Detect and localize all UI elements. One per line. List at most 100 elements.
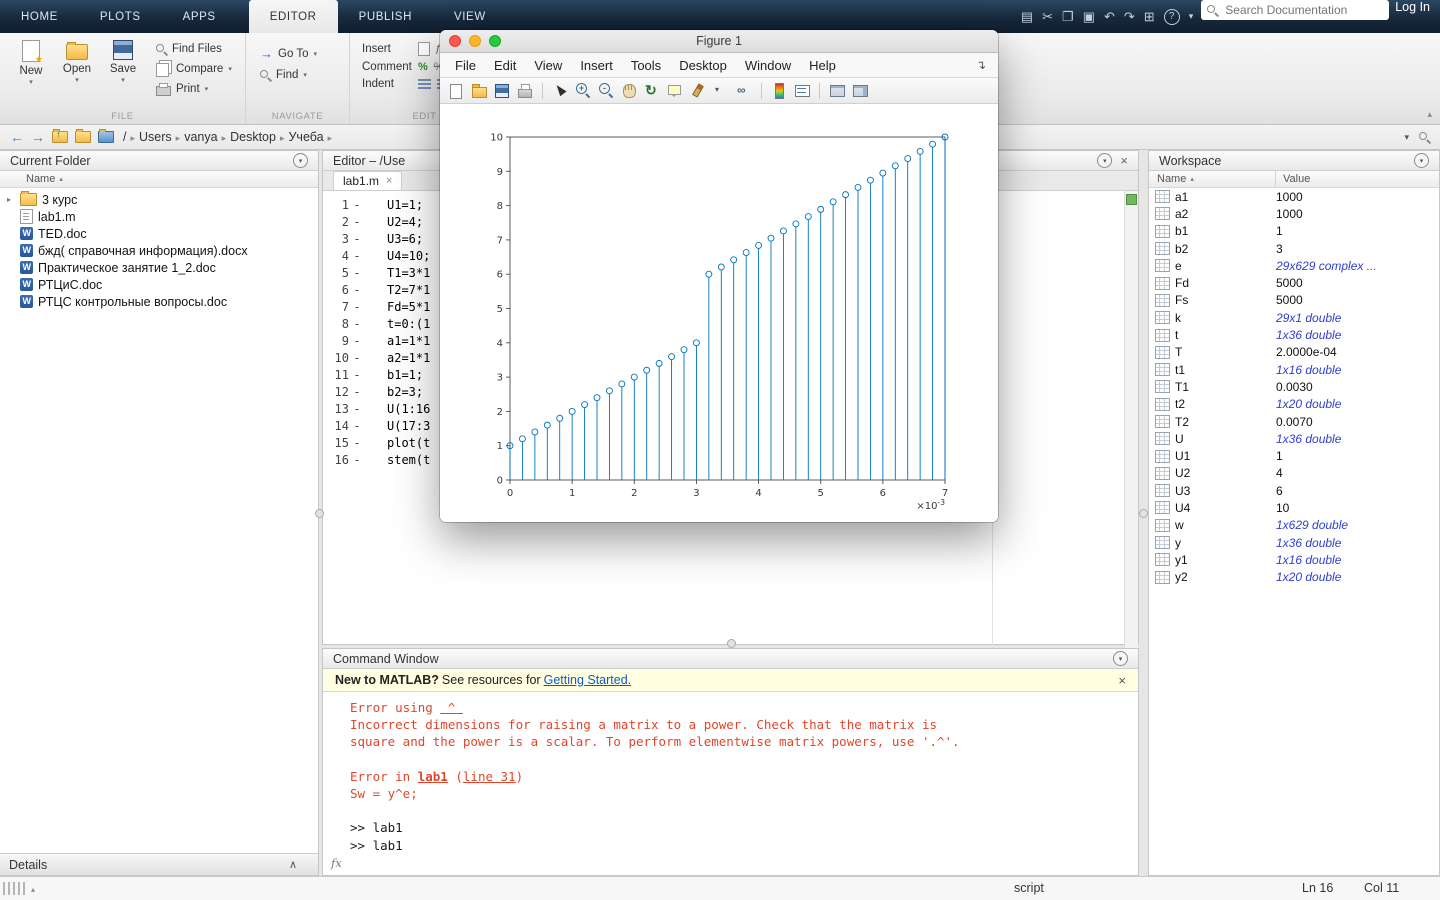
- workspace-variable-row[interactable]: t1 1x16 double: [1149, 361, 1439, 378]
- breakpoint-dash[interactable]: -: [349, 265, 365, 282]
- address-search-icon[interactable]: [1419, 132, 1430, 143]
- insert-section-icon[interactable]: [418, 42, 430, 56]
- breadcrumb-root[interactable]: /: [121, 130, 128, 144]
- undo-icon[interactable]: ↶: [1104, 9, 1115, 24]
- file-row[interactable]: ▸ бжд( справочная информация).docx: [0, 242, 318, 259]
- paste-icon[interactable]: ▣: [1083, 9, 1095, 24]
- breakpoint-dash[interactable]: -: [349, 231, 365, 248]
- help-icon[interactable]: ?: [1164, 9, 1180, 25]
- edit-plot-icon[interactable]: [552, 82, 568, 99]
- workspace-variable-row[interactable]: U2 4: [1149, 465, 1439, 482]
- workspace-variable-row[interactable]: T 2.0000e-04: [1149, 344, 1439, 361]
- insert-legend-icon[interactable]: [794, 82, 810, 99]
- workspace-variable-row[interactable]: b2 3: [1149, 240, 1439, 257]
- comment-icon[interactable]: [418, 61, 428, 73]
- details-bar[interactable]: Details ∧: [0, 853, 318, 875]
- dropdown-caret[interactable]: [713, 82, 729, 99]
- figure-menu-item[interactable]: File: [446, 58, 485, 73]
- getting-started-link[interactable]: Getting Started.: [544, 673, 632, 687]
- command-window-body[interactable]: Error using ^ Incorrect dimensions for r…: [323, 692, 1138, 871]
- workspace-variable-row[interactable]: y1 1x16 double: [1149, 551, 1439, 568]
- ribbon-collapse-icon[interactable]: ▴: [1427, 109, 1432, 120]
- close-window-icon[interactable]: [449, 35, 461, 47]
- panel-menu-icon[interactable]: ▾: [293, 153, 308, 168]
- qat-dropdown-icon[interactable]: ▾: [1189, 9, 1194, 24]
- save-button[interactable]: Save ▾: [102, 40, 144, 96]
- breakpoint-dash[interactable]: -: [349, 214, 365, 231]
- breadcrumb-segment[interactable]: Desktop: [228, 130, 278, 144]
- breakpoint-dash[interactable]: -: [349, 333, 365, 350]
- copy-icon[interactable]: ❐: [1062, 9, 1074, 24]
- error-link[interactable]: ^: [440, 700, 463, 715]
- fx-icon[interactable]: fx: [331, 855, 342, 872]
- search-documentation-box[interactable]: [1201, 0, 1389, 20]
- zoom-in-icon[interactable]: [575, 82, 591, 99]
- login-button[interactable]: Log In: [1395, 0, 1430, 33]
- statusbar-caret-icon[interactable]: ▴: [31, 885, 35, 894]
- figure-window[interactable]: Figure 1 File Edit View Insert Tools Des…: [440, 30, 998, 522]
- breakpoint-dash[interactable]: -: [349, 299, 365, 316]
- workspace-variable-row[interactable]: b1 1: [1149, 223, 1439, 240]
- workspace-variable-row[interactable]: U4 10: [1149, 499, 1439, 516]
- breadcrumb-segment[interactable]: Users: [137, 130, 174, 144]
- workspace-variable-row[interactable]: t 1x36 double: [1149, 326, 1439, 343]
- save-figure-icon[interactable]: [494, 82, 510, 99]
- open-figure-icon[interactable]: [471, 82, 487, 99]
- breadcrumb-segment[interactable]: Учеба: [286, 130, 325, 144]
- ribbon-tab[interactable]: VIEW: [433, 0, 507, 33]
- pan-icon[interactable]: [621, 82, 637, 99]
- breakpoint-dash[interactable]: -: [349, 282, 365, 299]
- figure-menu-item[interactable]: Desktop: [670, 58, 736, 73]
- insert-colorbar-icon[interactable]: [771, 82, 787, 99]
- file-row[interactable]: ▸ РТЦиС.doc: [0, 276, 318, 293]
- figure-menu-item[interactable]: Insert: [571, 58, 622, 73]
- breakpoint-dash[interactable]: -: [349, 367, 365, 384]
- expander-icon[interactable]: ▸: [7, 195, 15, 204]
- workspace-variable-row[interactable]: U1 1: [1149, 447, 1439, 464]
- search-input[interactable]: [1223, 2, 1367, 18]
- workspace-variable-row[interactable]: T2 0.0070: [1149, 413, 1439, 430]
- breakpoint-dash[interactable]: -: [349, 384, 365, 401]
- right-splitter-grip[interactable]: [1139, 509, 1148, 518]
- editor-file-tab[interactable]: lab1.m ×: [333, 171, 402, 190]
- ribbon-tab[interactable]: EDITOR: [249, 0, 338, 33]
- show-plot-tools-icon[interactable]: [852, 82, 868, 99]
- brush-icon[interactable]: [690, 82, 706, 99]
- open-button[interactable]: Open ▾: [56, 40, 98, 96]
- figure-menu-item[interactable]: Tools: [622, 58, 670, 73]
- breakpoint-dash[interactable]: -: [349, 350, 365, 367]
- banner-close-icon[interactable]: ×: [1118, 673, 1126, 688]
- name-column-header[interactable]: Name ▴: [0, 171, 318, 188]
- workspace-variable-row[interactable]: a1 1000: [1149, 188, 1439, 205]
- editor-close-icon[interactable]: ×: [1120, 154, 1128, 167]
- workspace-variable-row[interactable]: a2 1000: [1149, 205, 1439, 222]
- up-one-level-icon[interactable]: [52, 131, 68, 143]
- error-link[interactable]: line 31: [463, 769, 516, 784]
- ribbon-tab[interactable]: APPS: [162, 0, 237, 33]
- breakpoint-dash[interactable]: -: [349, 248, 365, 265]
- file-row[interactable]: ▸ TED.doc: [0, 225, 318, 242]
- horizontal-splitter-grip[interactable]: [727, 639, 736, 648]
- tab-close-icon[interactable]: ×: [386, 175, 392, 187]
- figure-menu-item[interactable]: View: [525, 58, 571, 73]
- data-cursor-icon[interactable]: [667, 82, 683, 99]
- panel-menu-icon[interactable]: ▾: [1113, 651, 1128, 666]
- file-row[interactable]: ▸ 3 курс: [0, 191, 318, 208]
- command-prompt-line[interactable]: fx >>: [350, 854, 1138, 871]
- workspace-variable-row[interactable]: U 1x36 double: [1149, 430, 1439, 447]
- value-column-header[interactable]: Value: [1276, 173, 1310, 185]
- breakpoint-dash[interactable]: -: [349, 401, 365, 418]
- workspace-variable-row[interactable]: y 1x36 double: [1149, 534, 1439, 551]
- workspace-variable-row[interactable]: y2 1x20 double: [1149, 569, 1439, 586]
- left-splitter-grip[interactable]: [315, 509, 324, 518]
- file-row[interactable]: ▸ РТЦС контрольные вопросы.doc: [0, 293, 318, 310]
- figure-menu-item[interactable]: Help: [800, 58, 845, 73]
- workspace-variable-row[interactable]: e 29x629 complex ...: [1149, 257, 1439, 274]
- breakpoint-dash[interactable]: -: [349, 418, 365, 435]
- error-link[interactable]: lab1: [418, 769, 448, 784]
- compare-button[interactable]: Compare ▾: [156, 60, 232, 77]
- breakpoint-dash[interactable]: -: [349, 452, 365, 469]
- smart-indent-icon[interactable]: [418, 79, 431, 89]
- new-figure-icon[interactable]: [448, 82, 464, 99]
- ribbon-tab[interactable]: PUBLISH: [338, 0, 433, 33]
